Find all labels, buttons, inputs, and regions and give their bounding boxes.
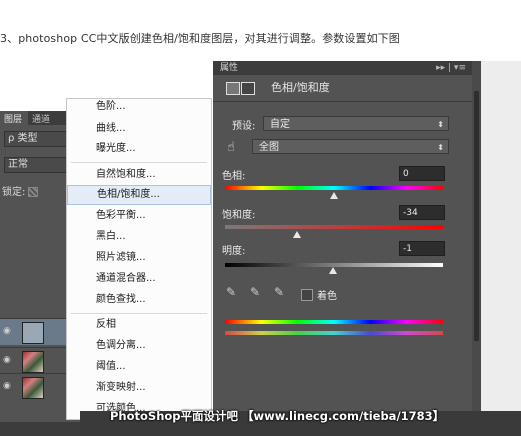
menu-item-vibrance[interactable]: 自然饱和度... [67, 165, 211, 185]
eyedropper-minus-icon[interactable]: ✎ [274, 285, 284, 299]
menu-item-hue-saturation[interactable]: 色相/饱和度... [67, 185, 211, 205]
lock-transparent-icon[interactable] [28, 187, 39, 197]
watermark-text: PhotoShop平面设计吧 【www.linecg.com/tieba/178… [110, 409, 445, 423]
lightness-label: 明度: [222, 246, 246, 257]
properties-scrollbar[interactable] [472, 61, 481, 411]
visibility-eye-icon[interactable]: ◉ [3, 326, 13, 336]
hue-label: 色相: [222, 171, 246, 182]
tab-channels[interactable]: 通道 [28, 111, 56, 125]
tab-layers[interactable]: 图层 [0, 111, 29, 125]
menu-item-photo-filter[interactable]: 照片滤镜... [67, 248, 211, 268]
adjustment-menu: 色阶... 曲线... 曝光度... 自然饱和度... 色相/饱和度... 色彩… [66, 98, 212, 420]
properties-panel: 属性 ▸▸ | ▾≡ 色相/饱和度 预设: 自定 ⬍ ☝ 全图 ⬍ 色相: 0 … [213, 61, 472, 411]
menu-item-levels[interactable]: 色阶... [67, 97, 211, 117]
lock-label: 锁定: [2, 187, 26, 198]
image-layer-thumbnail [22, 377, 44, 399]
colorize-label: 着色 [317, 291, 337, 302]
adjustment-type-icon [226, 82, 240, 95]
right-background [481, 61, 521, 411]
lock-row: 锁定: [2, 183, 39, 198]
layer-filter-select[interactable]: ρ 类型 [4, 131, 69, 147]
layers-bottom-bar [0, 422, 80, 436]
saturation-slider-handle[interactable] [292, 231, 301, 238]
menu-item-gradient-map[interactable]: 渐变映射... [67, 378, 211, 398]
image-layer-thumbnail [22, 351, 44, 373]
menu-item-black-white[interactable]: 黑白... [67, 227, 211, 247]
target-adjust-hand-icon[interactable]: ☝ [227, 140, 235, 155]
panel-menu-icon[interactable]: ▸▸ | ▾≡ [436, 61, 466, 75]
saturation-slider-track[interactable] [225, 225, 443, 229]
menu-separator [71, 313, 207, 314]
adjustment-title: 色相/饱和度 [271, 81, 330, 94]
hue-value-field[interactable]: 0 [399, 166, 445, 181]
layer-mask-icon[interactable] [241, 82, 255, 95]
eyedropper-icon[interactable]: ✎ [226, 285, 236, 299]
hue-slider-track[interactable] [225, 186, 443, 190]
menu-item-curves[interactable]: 曲线... [67, 119, 211, 139]
properties-header: 属性 ▸▸ | ▾≡ [213, 61, 472, 75]
source-spectrum-bar [225, 320, 443, 324]
lightness-slider-handle[interactable] [328, 267, 337, 274]
visibility-eye-icon[interactable]: ◉ [3, 381, 13, 391]
menu-item-color-lookup[interactable]: 颜色查找... [67, 290, 211, 310]
hue-slider-handle[interactable] [330, 192, 338, 199]
visibility-eye-icon[interactable]: ◉ [3, 355, 13, 365]
divider [213, 101, 472, 102]
preset-label: 预设: [232, 121, 256, 132]
adjustment-layer-thumbnail [22, 322, 44, 344]
colorize-checkbox[interactable] [301, 289, 313, 301]
blend-mode-select[interactable]: 正常 [4, 157, 69, 173]
menu-item-invert[interactable]: 反相 [67, 315, 211, 335]
saturation-value-field[interactable]: -34 [399, 205, 445, 220]
saturation-label: 饱和度: [222, 210, 256, 221]
preset-select[interactable]: 自定 ⬍ [263, 116, 449, 131]
chevron-updown-icon: ⬍ [437, 120, 444, 129]
channel-value: 全图 [259, 142, 279, 153]
menu-item-posterize[interactable]: 色调分离... [67, 336, 211, 356]
properties-title: 属性 [220, 63, 239, 73]
menu-separator [71, 162, 207, 163]
adjustment-title-row: 色相/饱和度 [213, 77, 472, 99]
scrollbar-thumb[interactable] [474, 91, 479, 341]
page-caption: 3、photoshop CC中文版创建色相/饱和度图层，对其进行调整。参数设置如… [0, 32, 400, 45]
preset-value: 自定 [270, 119, 290, 130]
lightness-value-field[interactable]: -1 [399, 241, 445, 256]
menu-item-channel-mixer[interactable]: 通道混合器... [67, 269, 211, 289]
menu-item-exposure[interactable]: 曝光度... [67, 139, 211, 159]
channel-select[interactable]: 全图 ⬍ [252, 139, 449, 154]
eyedropper-plus-icon[interactable]: ✎ [250, 285, 260, 299]
result-spectrum-bar [225, 331, 443, 335]
menu-item-color-balance[interactable]: 色彩平衡... [67, 206, 211, 226]
chevron-updown-icon: ⬍ [437, 143, 444, 152]
menu-item-threshold[interactable]: 阈值... [67, 357, 211, 377]
